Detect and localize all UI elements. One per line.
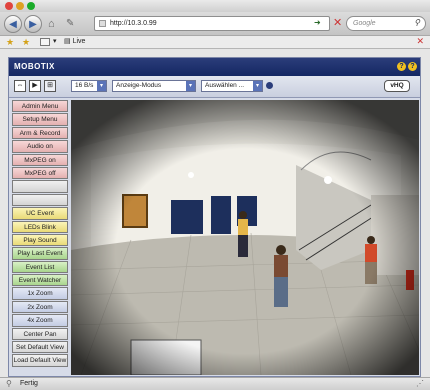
grid-icon[interactable]: ⊞	[44, 80, 56, 92]
menu-button[interactable]: 4x Zoom	[12, 314, 68, 327]
camera-image	[71, 100, 419, 375]
navigation-toolbar: ◀ ▶ ⌂ ✎ http://10.3.0.99 ➜ ✕ Google ⚲	[0, 12, 430, 36]
display-mode-value: Anzeige-Modus	[116, 82, 162, 89]
url-bar[interactable]: http://10.3.0.99	[94, 16, 330, 31]
select-dropdown[interactable]: Auswählen ... ▾	[201, 80, 263, 92]
window-titlebar	[0, 0, 430, 12]
play-icon[interactable]: ▶	[29, 80, 41, 92]
star-icon[interactable]: ★	[6, 37, 14, 48]
home-icon[interactable]: ⌂	[48, 18, 55, 30]
tab-live[interactable]: ▤ Live	[64, 37, 85, 45]
status-text: Fertig	[20, 380, 38, 387]
menu-button[interactable]: 2x Zoom	[12, 300, 68, 314]
camera-toolbar: ⇔ ▶ ⊞ 16 B/s ▾ Anzeige-Modus ▾ Auswählen…	[9, 76, 420, 98]
search-icon: ⚲	[414, 18, 420, 27]
chevron-down-icon: ▾	[97, 81, 106, 91]
softbutton-menu: Admin Menu Setup Menu Arm & Record Audio on…	[12, 100, 68, 368]
menu-button[interactable]: Admin Menu	[12, 100, 68, 113]
menu-button[interactable]: Center Pan	[12, 327, 68, 341]
select-value: Auswählen ...	[205, 82, 245, 89]
close-tab-icon[interactable]: ✕	[416, 36, 424, 47]
site-icon	[99, 20, 106, 27]
camera-app: MOBOTIX ? ? ⇔ ▶ ⊞ 16 B/s ▾ Anzeige-Modus…	[8, 57, 421, 377]
menu-button[interactable]: Setup Menu	[12, 113, 68, 126]
fps-select[interactable]: 16 B/s ▾	[71, 80, 107, 92]
page-icon: ▤	[64, 38, 71, 45]
menu-button[interactable]: MxPEG on	[12, 153, 68, 166]
menu-button[interactable]: Event List	[12, 260, 68, 274]
menu-button[interactable]	[12, 193, 68, 207]
zoom-window-button[interactable]	[27, 2, 35, 10]
menu-button[interactable]: UC Event	[12, 207, 68, 220]
url-text: http://10.3.0.99	[110, 20, 157, 27]
back-button[interactable]: ◀	[4, 15, 22, 33]
app-header: MOBOTIX ? ?	[9, 58, 420, 76]
menu-button[interactable]: Play Sound	[12, 233, 68, 247]
stop-icon[interactable]: ✕	[333, 16, 342, 29]
mobotix-logo: MOBOTIX	[14, 62, 55, 71]
browser-chrome: ◀ ▶ ⌂ ✎ http://10.3.0.99 ➜ ✕ Google ⚲ ★ …	[0, 0, 430, 49]
minimize-window-button[interactable]	[16, 2, 24, 10]
bookmark-add-icon[interactable]: ✎	[66, 18, 74, 29]
display-mode-select[interactable]: Anzeige-Modus ▾	[112, 80, 196, 92]
tab-grid-icon[interactable]	[40, 38, 50, 46]
fullscreen-icon[interactable]: ⇔	[14, 80, 26, 92]
chevron-down-icon: ▾	[253, 81, 262, 91]
help-icon[interactable]: ?	[397, 62, 406, 71]
menu-button[interactable]: LEDs Blink	[12, 220, 68, 233]
menu-button[interactable]: Arm & Record	[12, 126, 68, 140]
resize-grip-icon[interactable]: ⋰	[416, 379, 424, 388]
menu-button[interactable]: Load Default View	[12, 354, 68, 367]
menu-button[interactable]: MxPEG off	[12, 166, 68, 180]
search-input[interactable]: Google ⚲	[346, 16, 426, 31]
menu-button[interactable]	[12, 180, 68, 193]
menu-button[interactable]: Audio on	[12, 140, 68, 153]
menu-button[interactable]: 1x Zoom	[12, 287, 68, 300]
menu-button[interactable]: Set Default View	[12, 341, 68, 354]
menu-button[interactable]: Event Watcher	[12, 274, 68, 287]
browser-statusbar: ⚲ Fertig ⋰	[0, 377, 430, 390]
bookmarks-icon[interactable]: ★	[22, 37, 30, 48]
close-window-button[interactable]	[5, 2, 13, 10]
menu-button[interactable]: Play Last Event	[12, 247, 68, 260]
chevron-down-icon[interactable]: ▾	[53, 37, 57, 45]
forward-button[interactable]: ▶	[24, 15, 42, 33]
live-video-view[interactable]	[71, 100, 419, 375]
record-dot-icon[interactable]	[266, 82, 273, 89]
tab-live-label: Live	[72, 38, 86, 45]
status-icon: ⚲	[6, 379, 12, 388]
search-placeholder: Google	[353, 20, 376, 27]
info-icon[interactable]: ?	[408, 62, 417, 71]
bookmarks-toolbar: ★ ★ ▾ ▤ Live ✕	[0, 36, 430, 49]
chevron-down-icon: ▾	[186, 81, 195, 91]
go-icon[interactable]: ➜	[314, 18, 321, 27]
quality-button[interactable]: vHQ	[384, 80, 410, 92]
fps-value: 16 B/s	[75, 82, 94, 89]
